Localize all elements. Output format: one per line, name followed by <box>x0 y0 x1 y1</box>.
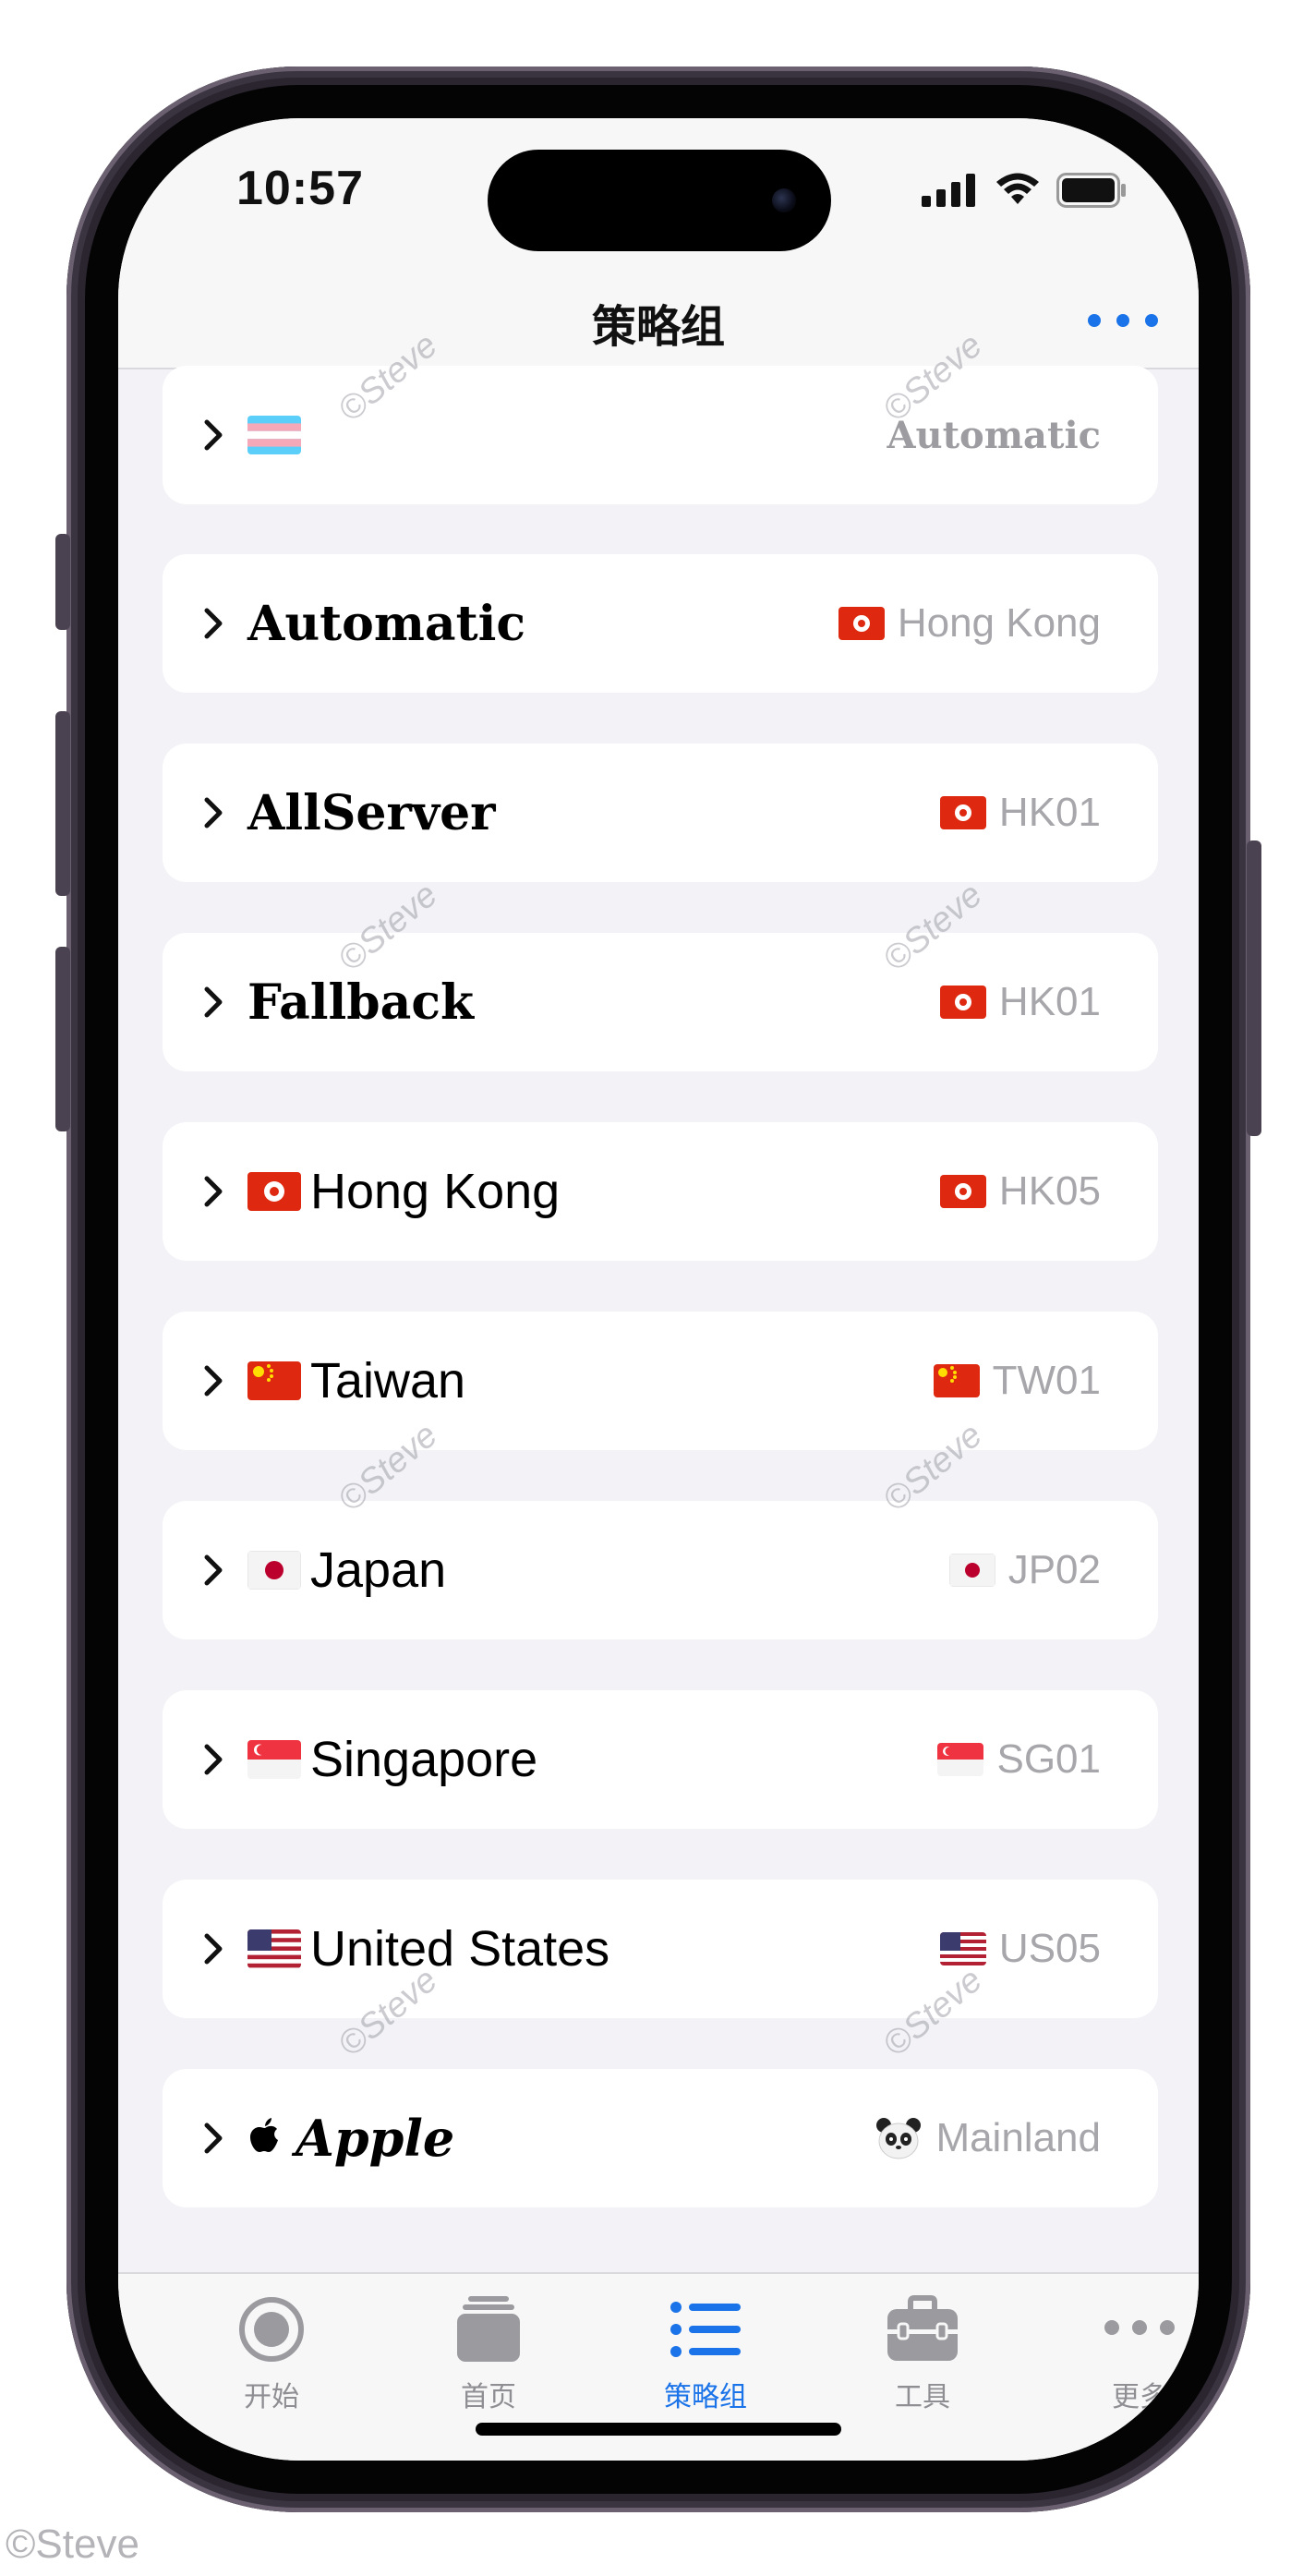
chevron-right-icon <box>204 1365 223 1397</box>
policy-group-row[interactable]: Singapore SG01 <box>163 1690 1158 1829</box>
tab-label: 开始 <box>244 2381 299 2413</box>
policy-group-selection: TW01 <box>992 1358 1101 1403</box>
policy-group-title: AllServer <box>247 784 496 841</box>
more-options-button[interactable] <box>1088 307 1158 334</box>
cellular-signal-icon <box>922 174 975 207</box>
tab-home[interactable]: 首页 <box>415 2294 562 2414</box>
hong-kong-flag-icon <box>939 1175 986 1208</box>
hong-kong-flag-icon <box>939 796 986 829</box>
chevron-right-icon <box>204 1744 223 1775</box>
hong-kong-flag-icon <box>939 986 986 1019</box>
tab-label: 工具 <box>895 2381 950 2413</box>
volume-up-button <box>55 711 70 896</box>
navigation-bar: 策略组 <box>118 275 1199 369</box>
toolbox-icon <box>887 2295 958 2361</box>
policy-group-selection: SG01 <box>996 1736 1101 1782</box>
screen: 10:57 策略组 Automatic Automatic Hong Kong … <box>118 118 1199 2461</box>
status-icons <box>922 172 1127 209</box>
policy-group-selection: Hong Kong <box>897 600 1101 646</box>
policy-group-row[interactable]: AllServer HK01 <box>163 744 1158 882</box>
policy-group-row[interactable]: Hong Kong HK05 <box>163 1122 1158 1261</box>
policy-group-title: Singapore <box>310 1732 538 1787</box>
policy-group-title: Apple <box>296 2109 455 2168</box>
policy-group-selection: JP02 <box>1007 1547 1101 1592</box>
hong-kong-flag-icon <box>838 607 885 640</box>
chevron-right-icon <box>204 419 223 451</box>
hong-kong-flag-icon <box>247 1172 301 1211</box>
policy-group-row[interactable]: Japan JP02 <box>163 1501 1158 1639</box>
footer-credit: ©Steve <box>6 2522 139 2567</box>
tab-label: 更多 <box>1112 2381 1167 2413</box>
japan-flag-icon <box>247 1551 301 1590</box>
policy-group-row[interactable]: Automatic <box>163 366 1158 504</box>
dynamic-island <box>488 150 831 251</box>
chevron-right-icon <box>204 2122 223 2154</box>
policy-group-selection: US05 <box>998 1926 1101 1971</box>
tab-start[interactable]: 开始 <box>198 2294 345 2414</box>
policy-group-title: Hong Kong <box>310 1164 561 1219</box>
front-camera-icon <box>772 188 796 212</box>
chevron-right-icon <box>204 608 223 639</box>
policy-group-title: Japan <box>310 1542 447 1598</box>
volume-down-button <box>55 947 70 1131</box>
status-time: 10:57 <box>236 162 364 215</box>
chevron-right-icon <box>204 986 223 1018</box>
panda-emoji-icon <box>876 2118 922 2159</box>
policy-group-row[interactable]: Automatic Hong Kong <box>163 554 1158 693</box>
list-bullet-icon <box>670 2302 741 2357</box>
policy-group-row[interactable]: Fallback HK01 <box>163 933 1158 1071</box>
apple-logo-icon <box>250 2118 278 2152</box>
page-title: 策略组 <box>591 301 725 353</box>
policy-group-row[interactable]: Apple Mainland <box>163 2069 1158 2207</box>
chevron-right-icon <box>204 1554 223 1586</box>
policy-group-selection: HK05 <box>998 1168 1101 1214</box>
chevron-right-icon <box>204 1933 223 1965</box>
battery-full-icon <box>1056 173 1126 208</box>
tab-tools[interactable]: 工具 <box>849 2294 996 2414</box>
status-bar: 10:57 <box>118 118 1199 275</box>
policy-group-selection: Mainland <box>935 2115 1101 2160</box>
tab-label: 首页 <box>461 2381 516 2413</box>
chevron-right-icon <box>204 797 223 828</box>
tab-more[interactable]: 更多 <box>1066 2294 1199 2414</box>
china-flag-icon <box>247 1361 301 1400</box>
singapore-flag-icon <box>247 1740 301 1779</box>
power-button <box>1247 841 1261 1136</box>
japan-flag-icon <box>948 1554 995 1587</box>
policy-group-selection: HK01 <box>998 790 1101 835</box>
policy-group-title: United States <box>310 1921 610 1977</box>
chevron-right-icon <box>204 1176 223 1207</box>
home-indicator[interactable] <box>476 2423 841 2436</box>
policy-group-title: Taiwan <box>310 1353 466 1409</box>
tab-label: 策略组 <box>664 2381 747 2413</box>
ellipsis-icon <box>1088 314 1101 327</box>
united-states-flag-icon <box>247 1929 301 1968</box>
action-button <box>55 534 70 630</box>
tab-policy-groups[interactable]: 策略组 <box>632 2294 779 2414</box>
stacked-cards-icon <box>457 2296 520 2362</box>
transgender-flag-icon <box>247 416 301 454</box>
policy-group-row[interactable]: Taiwan TW01 <box>163 1312 1158 1450</box>
wifi-icon <box>996 173 1039 204</box>
policy-group-selection: HK01 <box>998 979 1101 1024</box>
singapore-flag-icon <box>937 1743 984 1776</box>
policy-group-title: Automatic <box>247 595 526 652</box>
china-flag-icon <box>933 1364 980 1397</box>
ellipsis-icon <box>1104 2320 1175 2335</box>
record-circle-icon <box>239 2297 304 2362</box>
policy-group-row[interactable]: United States US05 <box>163 1880 1158 2018</box>
